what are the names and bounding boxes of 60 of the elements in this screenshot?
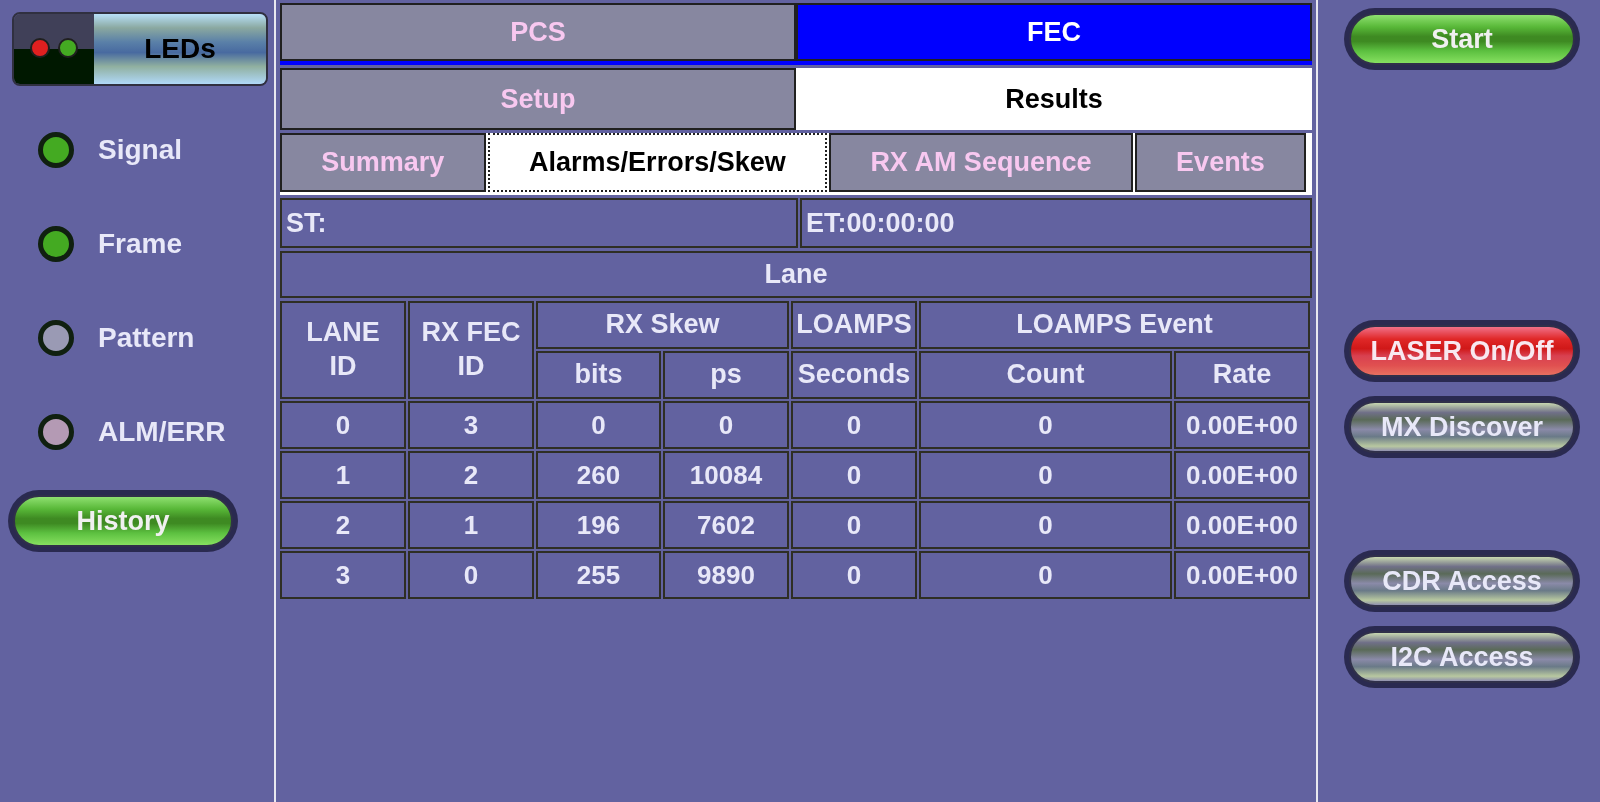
action-button[interactable]: I2C Access xyxy=(1349,631,1575,683)
table-cell: 0.00E+00 xyxy=(1174,501,1310,549)
table-cell: 0 xyxy=(919,451,1172,499)
table-cell: 9890 xyxy=(663,551,789,599)
column-header: bits xyxy=(536,351,661,399)
start-time: ST: xyxy=(280,198,798,248)
tab[interactable]: Setup xyxy=(280,68,796,130)
led-label: Signal xyxy=(98,133,182,167)
table-cell: 0 xyxy=(791,451,917,499)
table-cell: 0 xyxy=(791,501,917,549)
table-cell: 255 xyxy=(536,551,661,599)
table-cell: 7602 xyxy=(663,501,789,549)
action-button[interactable]: MX Discover xyxy=(1349,401,1575,453)
column-header: Count xyxy=(919,351,1172,399)
column-header: LOAMPS xyxy=(791,301,917,349)
table-cell: 0 xyxy=(536,401,661,449)
tab[interactable]: Results xyxy=(796,68,1312,130)
led-label: Frame xyxy=(98,227,183,261)
tab[interactable]: FEC xyxy=(796,3,1312,61)
table-cell: 0 xyxy=(919,551,1172,599)
tab[interactable]: PCS xyxy=(280,3,796,61)
table-title: Lane xyxy=(280,251,1312,298)
table-cell: 3 xyxy=(408,401,534,449)
laser-button[interactable]: LASER On/Off xyxy=(1349,325,1575,377)
table-cell: 0.00E+00 xyxy=(1174,451,1310,499)
table-cell: 2 xyxy=(280,501,406,549)
column-header: Seconds xyxy=(791,351,917,399)
tab[interactable]: Alarms/Errors/Skew xyxy=(487,133,828,192)
leds-title: LEDs xyxy=(144,32,216,66)
table-cell: 0 xyxy=(408,551,534,599)
column-header: LOAMPS Event xyxy=(919,301,1310,349)
led-label: ALM/ERR xyxy=(98,415,226,449)
table-cell: 0.00E+00 xyxy=(1174,401,1310,449)
table-cell: 1 xyxy=(280,451,406,499)
table-cell: 3 xyxy=(280,551,406,599)
table-cell: 0.00E+00 xyxy=(1174,551,1310,599)
table-cell: 10084 xyxy=(663,451,789,499)
tab[interactable]: RX AM Sequence xyxy=(829,133,1133,192)
column-header: ps xyxy=(663,351,789,399)
start-button[interactable]: Start xyxy=(1349,13,1575,65)
table-cell: 1 xyxy=(408,501,534,549)
elapsed-time: ET:00:00:00 xyxy=(800,198,1312,248)
table-cell: 0 xyxy=(280,401,406,449)
table-cell: 0 xyxy=(791,551,917,599)
column-header: LANE ID xyxy=(280,301,406,399)
tab[interactable]: Events xyxy=(1134,133,1306,192)
table-cell: 0 xyxy=(791,401,917,449)
table-cell: 0 xyxy=(919,501,1172,549)
table-cell: 0 xyxy=(663,401,789,449)
table-cell: 0 xyxy=(919,401,1172,449)
table-cell: 2 xyxy=(408,451,534,499)
history-button[interactable]: History xyxy=(13,495,233,547)
action-button[interactable]: CDR Access xyxy=(1349,555,1575,607)
table-cell: 196 xyxy=(536,501,661,549)
column-header: RX Skew xyxy=(536,301,789,349)
tab[interactable]: Summary xyxy=(280,133,486,192)
column-header: Rate xyxy=(1174,351,1310,399)
led-label: Pattern xyxy=(98,321,195,355)
table-cell: 260 xyxy=(536,451,661,499)
column-header: RX FEC ID xyxy=(408,301,534,399)
